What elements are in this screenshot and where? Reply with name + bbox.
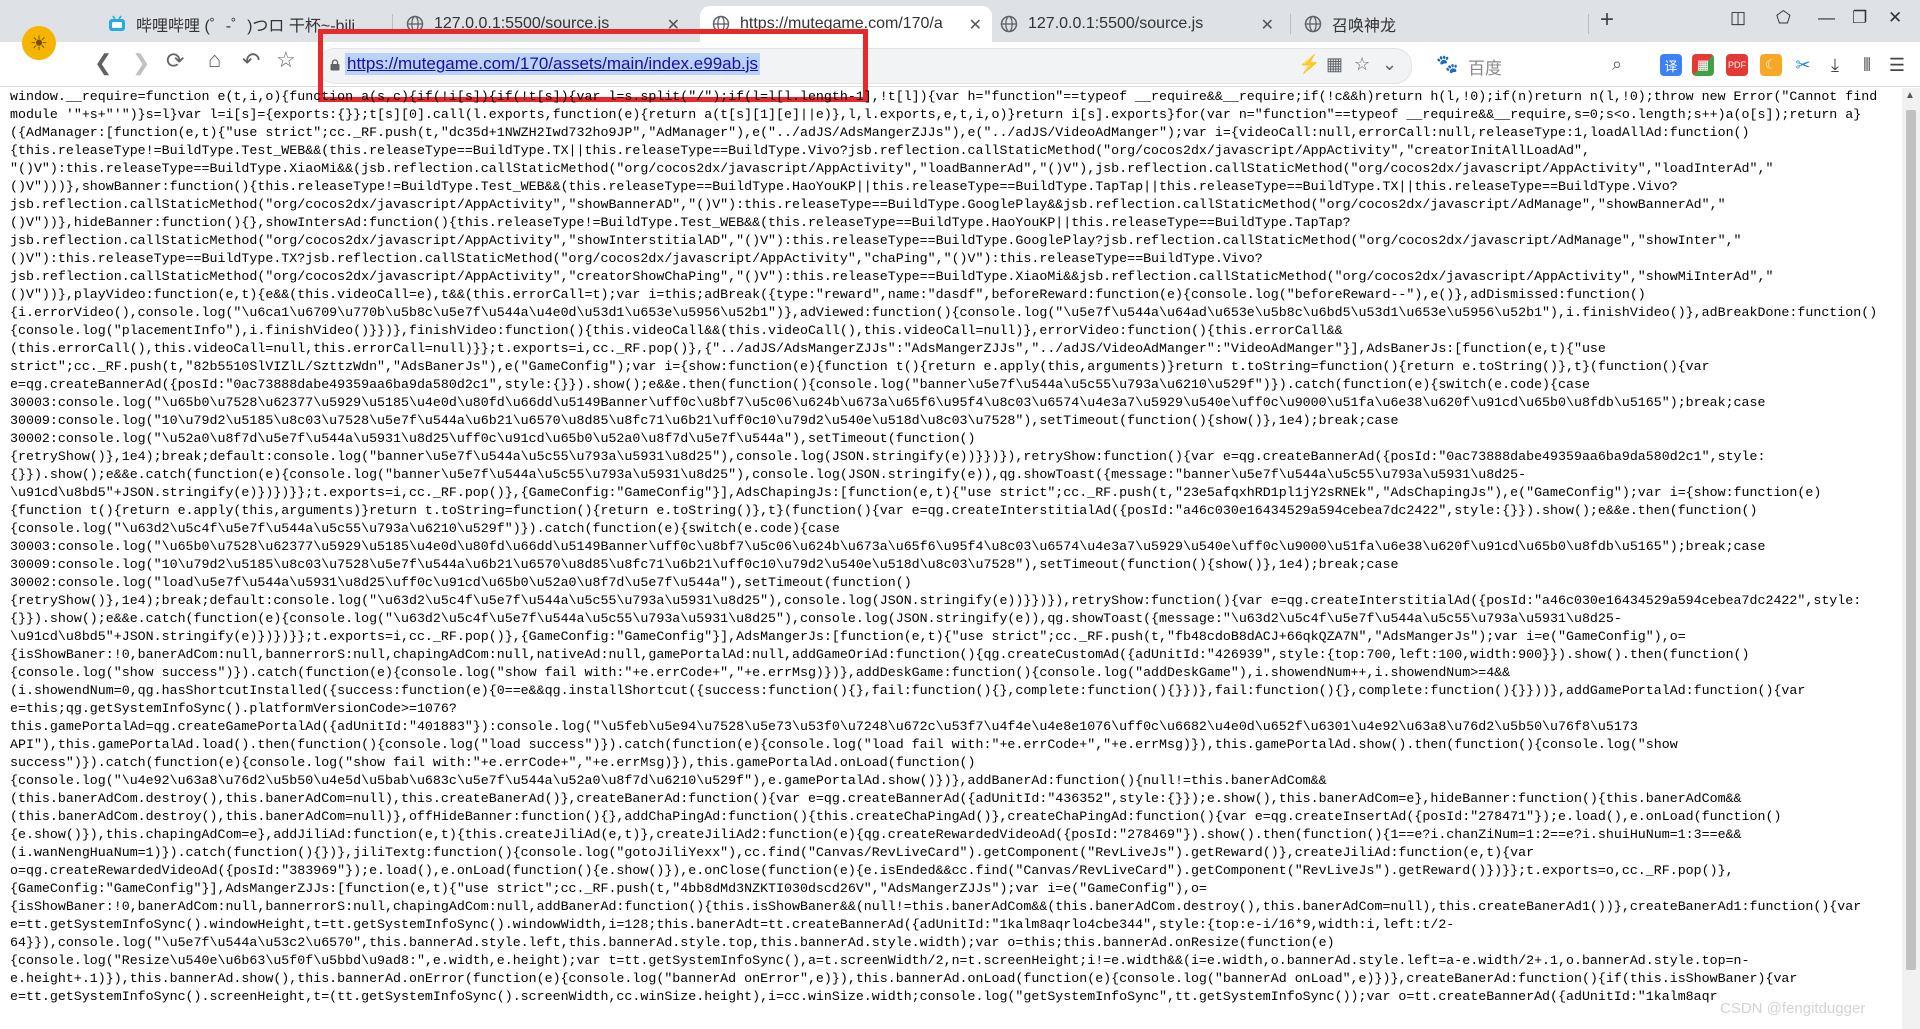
code-line: {this.releaseType!=BuildType.Test_WEB&&(… bbox=[10, 143, 1590, 158]
code-line: "()V"):this.releaseType==BuildType.XiaoM… bbox=[10, 161, 1774, 176]
search-box[interactable] bbox=[1428, 48, 1634, 82]
globe-icon bbox=[1000, 15, 1018, 33]
minimize-icon[interactable]: — bbox=[1818, 8, 1835, 28]
code-line: {console.log("\u4e92\u63a8\u76d2\u5b50\u… bbox=[10, 773, 1327, 788]
code-line: {e.show()}),this.chapingAdCom=e},addJili… bbox=[10, 827, 1742, 842]
tab-separator bbox=[1588, 14, 1589, 34]
forward-icon[interactable]: ❯ bbox=[132, 50, 150, 76]
scrollbar-thumb[interactable] bbox=[1906, 110, 1916, 970]
code-line: jsb.reflection.callStaticMethod("org/coc… bbox=[10, 197, 1726, 212]
translate-icon[interactable]: 译 bbox=[1660, 54, 1682, 76]
source-code-view: window.__require=function e(t,i,o){funct… bbox=[0, 88, 1902, 1029]
bilibili-icon bbox=[108, 15, 126, 33]
library-icon[interactable]: ⫴ bbox=[1856, 54, 1878, 76]
code-line: (this.errorCall(),this.videoCall=null,th… bbox=[10, 341, 1606, 356]
back-icon[interactable]: ❮ bbox=[94, 50, 112, 76]
code-line: e=tt.getSystemInfoSync().windowHeight,t=… bbox=[10, 917, 1455, 932]
watermark: CSDN @fengitdugger bbox=[1720, 1000, 1866, 1017]
code-line: (i.showendNum=0,qg.hasShortcutInstalled(… bbox=[10, 683, 1806, 698]
code-line: {console.log("Resize\u540e\u6b63\u5f0f\u… bbox=[10, 953, 1750, 968]
code-line: e=qg.createBannerAd({posId:"0ac73888dabe… bbox=[10, 377, 1590, 392]
code-line: jsb.reflection.callStaticMethod("org/coc… bbox=[10, 233, 1742, 248]
close-icon[interactable]: ✕ bbox=[969, 15, 982, 35]
code-line: e=tt.getSystemInfoSync().screenHeight,t=… bbox=[10, 989, 1718, 1004]
apps-grid-icon[interactable]: ▦ bbox=[1692, 54, 1714, 76]
code-line: module '"+s+"'")}s=l}var l=i[s]={exports… bbox=[10, 107, 1862, 122]
skin-icon[interactable]: ⬠ bbox=[1776, 8, 1791, 28]
code-line: ()V"))},playVideo:function(e,t){e&&(this… bbox=[10, 287, 1646, 302]
code-line: (this.banerAdCom.destroy(),this.banerAdC… bbox=[10, 791, 1742, 806]
source-code-text: window.__require=function e(t,i,o){funct… bbox=[0, 88, 1902, 1006]
search-placeholder: 百度 bbox=[1468, 59, 1502, 78]
close-window-icon[interactable]: ✕ bbox=[1888, 8, 1902, 28]
code-line: 30003:console.log("\u65b0\u7528\u62377\u… bbox=[10, 539, 1766, 554]
reload-icon[interactable]: ⟳ bbox=[166, 48, 184, 74]
code-line: {retryShow()},1e4);break;default:console… bbox=[10, 449, 1766, 464]
code-line: 64}}),console.log("\u5e7f\u544a\u53c2\u6… bbox=[10, 935, 1335, 950]
favorite-star-icon[interactable]: ☆ bbox=[276, 47, 296, 73]
new-tab-button[interactable]: + bbox=[1600, 6, 1614, 34]
dropdown-icon[interactable]: ⌄ bbox=[1382, 54, 1397, 75]
code-line: strict";cc._RF.push(t,"82b5510SlVIZlL/Sz… bbox=[10, 359, 1710, 374]
code-line: ()V"):this.releaseType==BuildType.TX?jsb… bbox=[10, 251, 1263, 266]
code-line: {console.log("placementInfo"),i.finishVi… bbox=[10, 323, 1343, 338]
code-line: window.__require=function e(t,i,o){funct… bbox=[10, 89, 1878, 104]
code-line: 30003:console.log("\u65b0\u7528\u62377\u… bbox=[10, 395, 1766, 410]
code-line: {console.log("\u63d2\u5c4f\u5e7f\u544a\u… bbox=[10, 521, 840, 536]
code-line: \u91cd\u8bd5"+JSON.stringify(e)})})}};t.… bbox=[10, 485, 1822, 500]
scissors-icon[interactable]: ✂ bbox=[1792, 54, 1814, 76]
code-line: \u91cd\u8bd5"+JSON.stringify(e)})})}};t.… bbox=[10, 629, 1686, 644]
code-line: 30009:console.log("10\u79d2\u5185\u8c03\… bbox=[10, 557, 1399, 572]
tab-label: 召唤神龙 bbox=[1332, 18, 1397, 35]
code-line: 30009:console.log("10\u79d2\u5185\u8c03\… bbox=[10, 413, 1399, 428]
qr-code-icon[interactable]: ▦ bbox=[1326, 54, 1343, 75]
tab-source-js-2[interactable]: 127.0.0.1:5500/source.js ✕ bbox=[1000, 6, 1284, 42]
globe-icon bbox=[1304, 15, 1322, 33]
code-line: ()V")))},showBanner:function(){this.rele… bbox=[10, 179, 1678, 194]
code-line: 30002:console.log("load\u5e7f\u544a\u593… bbox=[10, 575, 912, 590]
restore-icon[interactable]: ❐ bbox=[1852, 8, 1867, 28]
code-line: 30002:console.log("\u52a0\u8f7d\u5e7f\u5… bbox=[10, 431, 976, 446]
lightning-icon[interactable]: ⚡ bbox=[1298, 54, 1320, 75]
code-line: {isShowBaner:!0,banerAdCom:null,bannerro… bbox=[10, 647, 1750, 662]
home-icon[interactable]: ⌂ bbox=[208, 47, 221, 73]
code-line: success")}).catch(function(e){console.lo… bbox=[10, 755, 976, 770]
download-icon[interactable]: ⤓ bbox=[1824, 54, 1846, 76]
sidebar-toggle-icon[interactable]: ◫ bbox=[1730, 8, 1746, 28]
tab-label: 127.0.0.1:5500/source.js bbox=[1028, 15, 1204, 32]
baidu-paw-icon: 🐾 bbox=[1436, 54, 1459, 74]
code-line: {console.log("show success")}).catch(fun… bbox=[10, 665, 1511, 680]
code-line: (i.wanNengHuaNum=1)}).catch(function(){}… bbox=[10, 845, 1535, 860]
tab-zhaohuan-shenlong[interactable]: 召唤神龙 bbox=[1304, 6, 1584, 42]
code-line: {isShowBaner:!0,banerAdCom:null,bannerro… bbox=[10, 899, 1862, 914]
scroll-up-icon[interactable]: ▲ bbox=[1905, 90, 1915, 101]
browser-logo-icon[interactable]: ☀ bbox=[22, 26, 56, 60]
bookmark-star-icon[interactable]: ☆ bbox=[1354, 54, 1370, 75]
code-line: jsb.reflection.callStaticMethod("org/coc… bbox=[10, 269, 1774, 284]
code-line: {retryShow()},1e4);break;default:console… bbox=[10, 593, 1862, 608]
code-line: API"),this.gamePortalAd.load().then(func… bbox=[10, 737, 1678, 752]
search-icon[interactable]: ⌕ bbox=[1612, 54, 1622, 75]
code-line: {GameConfig:"GameConfig"}],AdsMangerZJJs… bbox=[10, 881, 1207, 896]
code-line: ()V"))},hideBanner:function(){},showInte… bbox=[10, 215, 1351, 230]
code-line: {}}).show();e&&e.catch(function(e){conso… bbox=[10, 467, 1527, 482]
moon-icon[interactable]: ☾ bbox=[1760, 54, 1782, 76]
code-line: {function t(){return e.apply(this,argume… bbox=[10, 503, 1758, 518]
code-line: o=qg.createRewardedVideoAd({posId:"38396… bbox=[10, 863, 1734, 878]
code-line: ({AdManager:[function(e,t){"use strict";… bbox=[10, 125, 1750, 140]
code-line: this.gamePortalAd=qg.createGamePortalAd(… bbox=[10, 719, 1638, 734]
code-line: e.height+.1)}),this.bannerAd.show(),this… bbox=[10, 971, 1798, 986]
code-line: {}}).show();e&&e.catch(function(e){conso… bbox=[10, 611, 1622, 626]
menu-icon[interactable]: ☰ bbox=[1886, 54, 1908, 76]
tab-separator bbox=[1290, 14, 1291, 34]
pdf-icon[interactable]: PDF bbox=[1726, 54, 1748, 76]
undo-icon[interactable]: ↶ bbox=[242, 48, 260, 74]
code-line: (this.banerAdCom.destroy(),this.banerAdC… bbox=[10, 809, 1782, 824]
code-line: e=this;qg.getSystemInfoSync().platformVe… bbox=[10, 701, 457, 716]
close-icon[interactable]: ✕ bbox=[1261, 15, 1274, 35]
code-line: {i.errorVideo(),console.log("\u6ca1\u670… bbox=[10, 305, 1878, 320]
